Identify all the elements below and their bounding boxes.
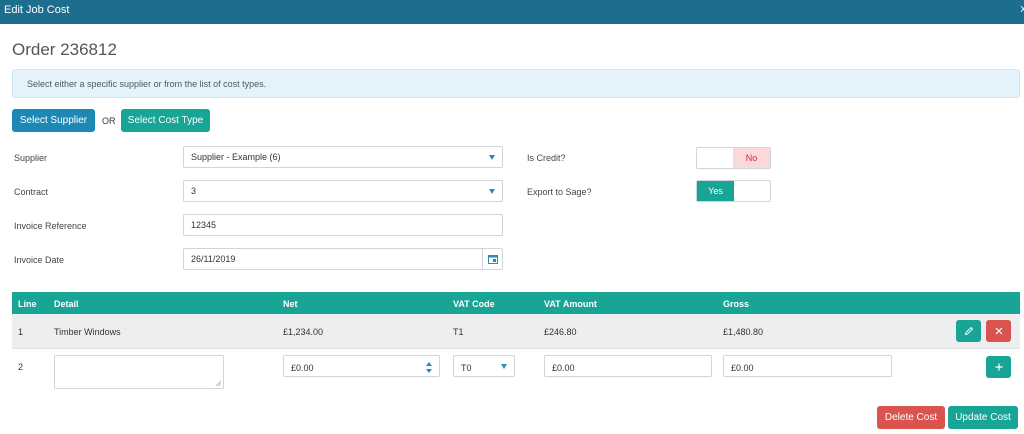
edit-row-button[interactable] — [956, 320, 981, 342]
vat-code-value: T0 — [461, 363, 472, 373]
gross-input[interactable]: £0.00 — [723, 355, 892, 377]
info-alert: Select either a specific supplier or fro… — [12, 69, 1020, 98]
chevron-down-icon — [489, 155, 495, 160]
detail-textarea[interactable] — [54, 355, 224, 389]
invoice-date-input[interactable]: 26/11/2019 — [183, 248, 503, 270]
supplier-select[interactable]: Supplier - Example (6) — [183, 146, 503, 168]
invoice-date-label: Invoice Date — [14, 255, 65, 265]
x-icon — [995, 327, 1002, 335]
chevron-down-icon — [489, 189, 495, 194]
row-detail: Timber Windows — [54, 327, 121, 337]
modal-title: Edit Job Cost — [4, 4, 70, 16]
new-cost-row: 2 £0.00 T0 £0.00 £0.00 — [12, 350, 1020, 398]
supplier-value: Supplier - Example (6) — [191, 152, 281, 162]
spinner-up-icon[interactable] — [426, 361, 432, 366]
new-row-line: 2 — [18, 362, 24, 372]
delete-row-button[interactable] — [986, 320, 1011, 342]
info-text: Select either a specific supplier or fro… — [27, 79, 267, 89]
select-supplier-button[interactable]: Select Supplier — [12, 109, 95, 132]
close-icon[interactable]: x — [1021, 3, 1024, 15]
page-title: Order 236812 — [12, 40, 117, 59]
export-to-sage-yes-option[interactable]: Yes — [697, 181, 734, 201]
net-value: £0.00 — [291, 363, 314, 373]
header-detail: Detail — [54, 299, 79, 309]
spinner-down-icon[interactable] — [426, 368, 432, 373]
vat-code-select[interactable]: T0 — [453, 355, 515, 377]
row-vat-code: T1 — [453, 327, 464, 337]
chevron-down-icon — [501, 364, 507, 369]
contract-label: Contract — [14, 187, 49, 197]
export-to-sage-toggle[interactable]: Yes — [696, 180, 771, 202]
row-vat-amount: £246.80 — [544, 327, 577, 337]
calendar-icon[interactable] — [482, 249, 502, 269]
modal-titlebar: Edit Job Cost x — [0, 0, 1024, 24]
gross-value: £0.00 — [731, 363, 754, 373]
delete-cost-button[interactable]: Delete Cost — [877, 406, 945, 429]
invoice-reference-value: 12345 — [191, 220, 217, 230]
row-gross: £1,480.80 — [723, 327, 764, 337]
invoice-reference-label: Invoice Reference — [14, 221, 87, 231]
header-line: Line — [18, 299, 37, 309]
is-credit-label: Is Credit? — [527, 153, 566, 163]
add-row-button[interactable] — [986, 356, 1011, 378]
is-credit-toggle[interactable]: No — [696, 147, 771, 169]
or-separator: OR — [102, 116, 116, 126]
net-input[interactable]: £0.00 — [283, 355, 440, 377]
table-row: 1 Timber Windows £1,234.00 T1 £246.80 £1… — [12, 314, 1020, 349]
vat-amount-input[interactable]: £0.00 — [544, 355, 712, 377]
row-line: 1 — [18, 327, 24, 337]
supplier-label: Supplier — [14, 153, 48, 163]
header-vat-code: VAT Code — [453, 299, 495, 309]
select-cost-type-button[interactable]: Select Cost Type — [121, 109, 210, 132]
invoice-reference-input[interactable]: 12345 — [183, 214, 503, 236]
update-cost-button[interactable]: Update Cost — [948, 406, 1018, 429]
is-credit-no-option[interactable]: No — [733, 148, 770, 168]
row-net: £1,234.00 — [283, 327, 324, 337]
header-net: Net — [283, 299, 298, 309]
plus-icon — [995, 363, 1002, 371]
header-gross: Gross — [723, 299, 750, 309]
header-vat-amount: VAT Amount — [544, 299, 597, 309]
vat-amount-value: £0.00 — [552, 363, 575, 373]
invoice-date-value: 26/11/2019 — [191, 254, 236, 264]
net-stepper[interactable] — [419, 356, 439, 378]
contract-value: 3 — [191, 186, 197, 196]
export-to-sage-label: Export to Sage? — [527, 187, 592, 197]
cost-table-header: Line Detail Net VAT Code VAT Amount Gros… — [12, 292, 1020, 314]
resize-grip-icon[interactable] — [215, 380, 221, 386]
pencil-icon — [964, 326, 973, 336]
contract-select[interactable]: 3 — [183, 180, 503, 202]
